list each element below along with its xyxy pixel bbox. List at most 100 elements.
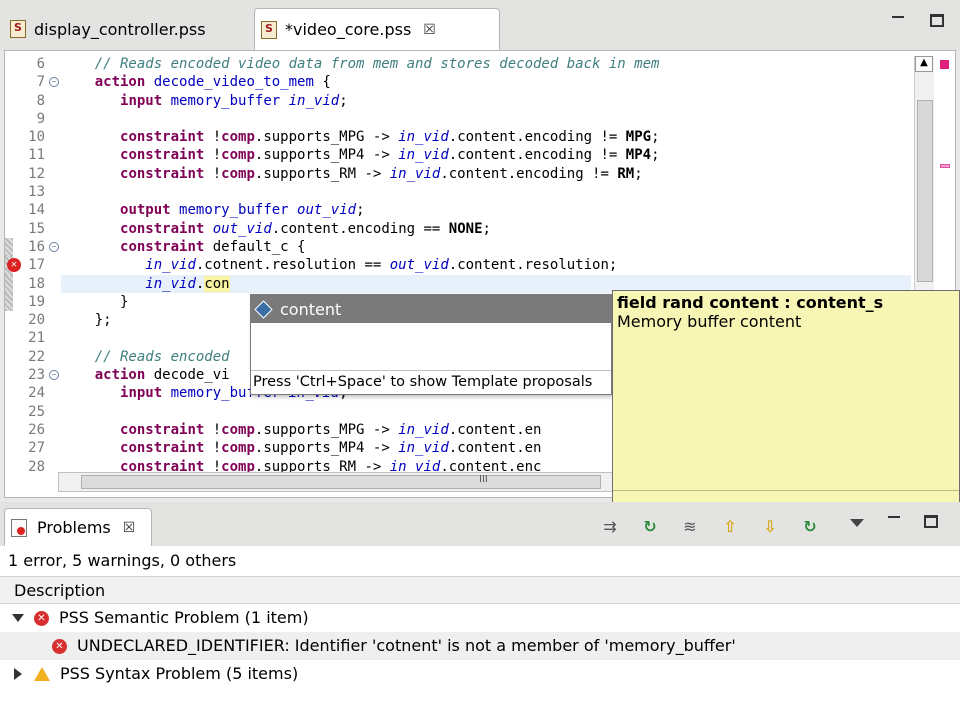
line-number: 7−: [5, 73, 61, 91]
code-line[interactable]: action decode_video_to_mem {: [61, 73, 911, 91]
code-line-text: constraint !comp.supports_MP4 -> in_vid.…: [120, 147, 660, 164]
proposal-info-tooltip: field rand content : content_s Memory bu…: [612, 290, 960, 512]
scroll-up-icon[interactable]: ▲: [915, 56, 933, 72]
code-line-text: input memory_buffer in_vid;: [120, 92, 348, 109]
problem-message: UNDECLARED_IDENTIFIER: Identifier 'cotne…: [77, 636, 736, 655]
tab-problems[interactable]: Problems ☒: [4, 508, 152, 546]
group-label: PSS Semantic Problem (1 item): [59, 608, 309, 627]
scroll-grip-label: III: [479, 474, 488, 485]
line-number: 22: [28, 348, 45, 365]
line-number: 23−: [5, 366, 61, 384]
focus-on-active-task-icon[interactable]: ⇉: [590, 516, 630, 538]
error-marker-icon[interactable]: [940, 60, 949, 69]
line-number: 28: [28, 458, 45, 475]
problems-tab-bar: Problems ☒ ⇉ ↻ ≋ ⇧ ⇩ ↻: [0, 502, 960, 546]
close-tab-icon[interactable]: ☒: [123, 520, 136, 536]
close-tab-icon[interactable]: ☒: [423, 22, 436, 38]
problem-group[interactable]: ✕ PSS Semantic Problem (1 item): [0, 604, 960, 632]
line-number: 9: [36, 110, 45, 127]
code-line-text: in_vid.: [145, 275, 205, 292]
group-label: PSS Syntax Problem (5 items): [60, 664, 299, 683]
line-number: 27: [28, 440, 45, 457]
line-number: 6: [36, 56, 45, 72]
warning-icon: [34, 667, 50, 681]
code-line[interactable]: in_vid.cotnent.resolution == out_vid.con…: [61, 256, 911, 274]
maximize-editor-button[interactable]: [930, 14, 944, 27]
pss-file-icon: [10, 20, 26, 38]
code-line[interactable]: constraint out_vid.content.encoding == N…: [61, 220, 911, 238]
problems-icon: [11, 518, 27, 537]
code-line-text: constraint !comp.supports_MPG -> in_vid.…: [120, 421, 542, 438]
tab-label: *video_core.pss: [285, 20, 412, 39]
line-number: 24: [28, 385, 45, 402]
code-line[interactable]: constraint default_c {: [61, 238, 911, 256]
code-line-text: constraint !comp.supports_RM -> in_vid.c…: [120, 165, 643, 182]
expand-twisty-icon[interactable]: [12, 614, 24, 622]
code-line[interactable]: [61, 183, 911, 201]
code-line-text: constraint !comp.supports_MP4 -> in_vid.…: [120, 440, 542, 457]
line-number-gutter: 6 7−8 9 10 11 12 13 14 15 16−17 ✕ 18 19 20 21 22 23−24 25…: [5, 55, 61, 476]
column-header-description[interactable]: Description: [0, 576, 960, 604]
code-line-text: }: [61, 293, 129, 310]
tab-label: display_controller.pss: [34, 19, 206, 39]
vertical-scroll-thumb[interactable]: [917, 100, 933, 282]
view-menu-icon[interactable]: [850, 519, 864, 527]
proposal-item[interactable]: content: [251, 295, 611, 323]
editor-tab-bar: display_controller.pss *video_core.pss ☒: [0, 0, 960, 52]
fold-toggle-icon[interactable]: −: [49, 241, 59, 252]
tab-video-core[interactable]: *video_core.pss ☒: [254, 8, 500, 50]
filter-icon[interactable]: ≋: [670, 516, 710, 538]
line-number: 16−: [5, 237, 61, 257]
error-icon: ✕: [52, 638, 67, 654]
problem-item[interactable]: ✕ UNDECLARED_IDENTIFIER: Identifier 'cot…: [0, 632, 960, 660]
refresh-icon[interactable]: ↻: [630, 516, 670, 538]
assist-hint: Press 'Ctrl+Space' to show Template prop…: [251, 370, 611, 394]
line-number: 25: [28, 403, 45, 420]
fold-toggle-icon[interactable]: −: [49, 370, 59, 381]
line-number: 19: [5, 292, 61, 312]
code-line[interactable]: constraint !comp.supports_RM -> in_vid.c…: [61, 165, 911, 183]
line-number: 12: [28, 165, 45, 182]
code-line-text: // Reads encoded video data from mem and…: [61, 56, 660, 72]
line-number: 8: [36, 92, 45, 109]
code-line-text: in_vid.cotnent.resolution == out_vid.con…: [145, 257, 618, 274]
code-line-text: constraint out_vid.content.encoding == N…: [120, 220, 491, 237]
line-number: 26: [28, 421, 45, 438]
content-assist-popup[interactable]: content Press 'Ctrl+Space' to show Templ…: [250, 294, 612, 395]
maximize-view-button[interactable]: [924, 514, 938, 528]
code-line-text: constraint !comp.supports_MPG -> in_vid.…: [120, 129, 660, 146]
tab-display-controller[interactable]: display_controller.pss: [4, 8, 254, 50]
warning-marker-icon[interactable]: [940, 164, 950, 168]
error-annotation-icon[interactable]: ✕: [7, 258, 21, 273]
collapsed-twisty-icon[interactable]: [14, 668, 22, 680]
minimize-editor-button[interactable]: [892, 16, 904, 28]
code-line-text: };: [61, 312, 112, 329]
code-line[interactable]: output memory_buffer out_vid;: [61, 201, 911, 219]
code-line-text: constraint default_c {: [120, 238, 306, 255]
line-number: 15: [28, 220, 45, 237]
tooltip-divider: [613, 490, 959, 491]
next-problem-icon[interactable]: ⇩: [750, 516, 790, 538]
proposal-label: content: [280, 299, 342, 319]
error-icon: ✕: [34, 610, 49, 626]
code-line[interactable]: [61, 110, 911, 128]
problems-summary: 1 error, 5 warnings, 0 others: [0, 546, 960, 576]
problem-group[interactable]: PSS Syntax Problem (5 items): [0, 660, 960, 688]
code-line[interactable]: constraint !comp.supports_MP4 -> in_vid.…: [61, 146, 911, 164]
sync-icon[interactable]: ↻: [790, 516, 830, 538]
line-number: 17 ✕: [5, 256, 61, 275]
tooltip-body: Memory buffer content: [617, 312, 802, 331]
code-line[interactable]: input memory_buffer in_vid;: [61, 92, 911, 110]
minimize-view-button[interactable]: [888, 516, 900, 528]
problems-tab-label: Problems: [37, 518, 111, 537]
line-number: 21: [28, 330, 45, 347]
line-number: 18: [5, 274, 61, 294]
code-line-text: output memory_buffer out_vid;: [120, 202, 365, 219]
previous-problem-icon[interactable]: ⇧: [710, 516, 750, 538]
code-line[interactable]: // Reads encoded video data from mem and…: [61, 55, 911, 73]
horizontal-scroll-thumb[interactable]: [81, 475, 601, 489]
fold-toggle-icon[interactable]: −: [49, 77, 59, 88]
pss-file-error-icon: [261, 20, 277, 39]
code-line[interactable]: constraint !comp.supports_MPG -> in_vid.…: [61, 128, 911, 146]
line-number: 11: [28, 147, 45, 164]
